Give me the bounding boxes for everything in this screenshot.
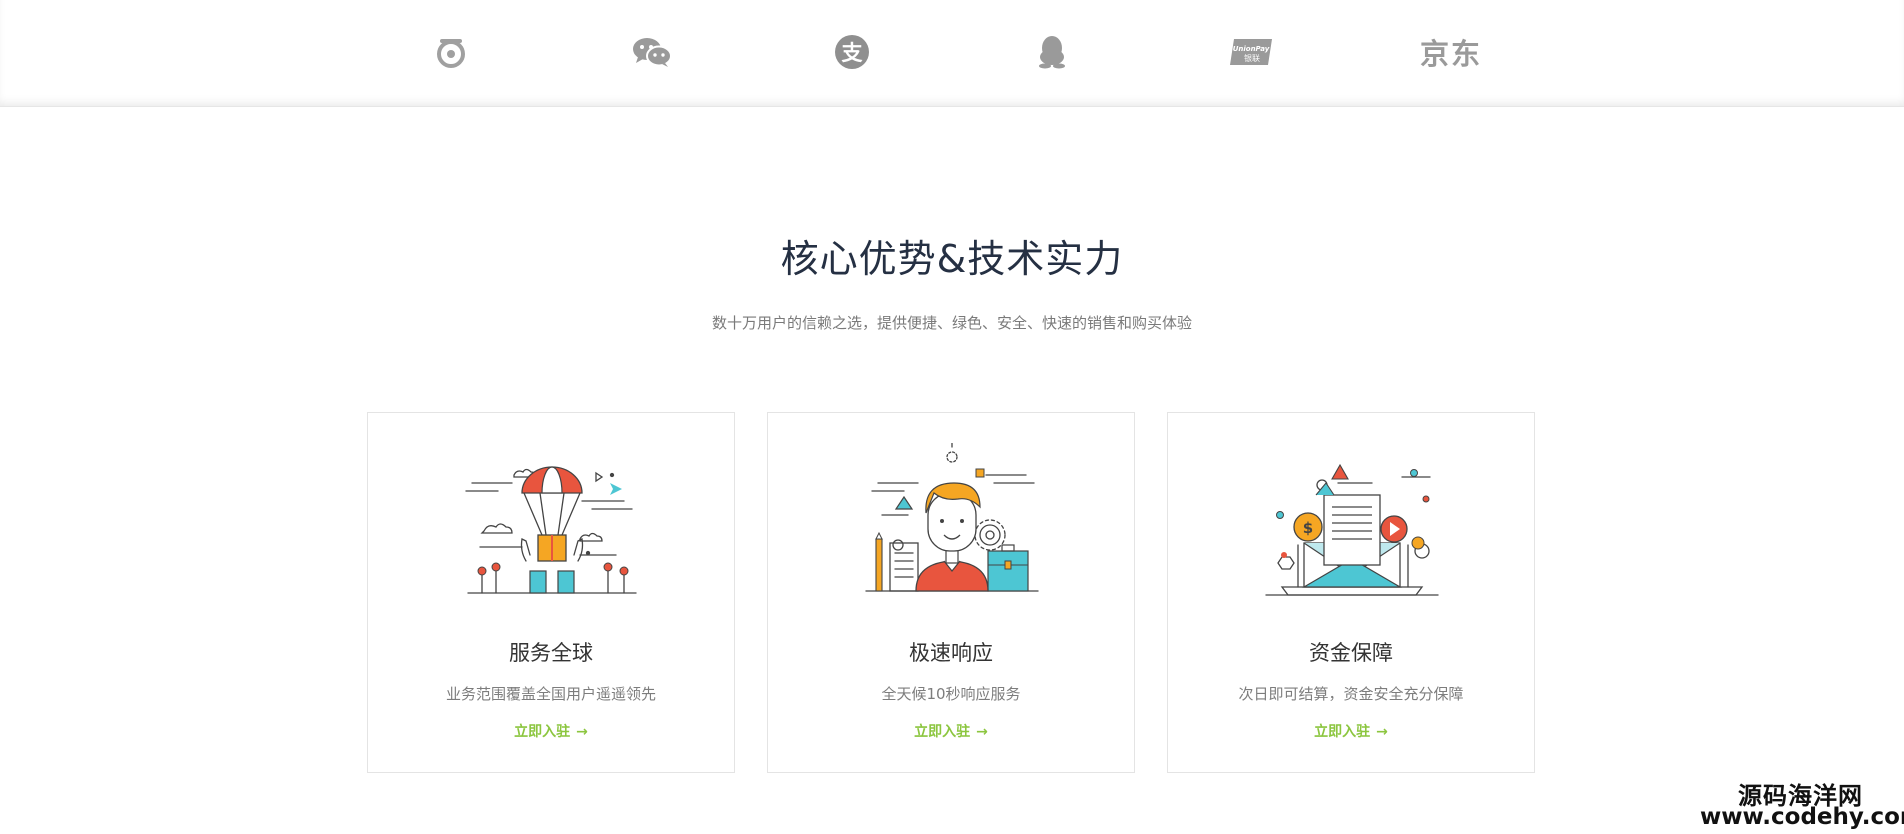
card-title: 资金保障 <box>1309 641 1393 665</box>
arrow-right-icon: → <box>576 724 588 740</box>
payment-logo-bar: 支 UnionPay 银联 京东 <box>0 0 1904 107</box>
jd-logo-text: 京东 <box>1419 37 1482 71</box>
section-title: 核心优势&技术实力 <box>780 237 1124 281</box>
join-now-link[interactable]: 立即入驻 → <box>768 721 1134 741</box>
unionpay-subtext: 银联 <box>1244 53 1260 63</box>
join-now-label: 立即入驻 <box>1314 724 1371 740</box>
card-description: 全天候10秒响应服务 <box>881 685 1021 703</box>
join-now-label: 立即入驻 <box>914 724 971 740</box>
watermark-url: www.codehy.com <box>1700 804 1904 830</box>
join-now-link[interactable]: 立即入驻 → <box>368 721 734 741</box>
card-description: 业务范围覆盖全国用户遥遥领先 <box>445 685 656 703</box>
tenpay-icon[interactable] <box>411 30 491 74</box>
unionpay-text: UnionPay <box>1233 45 1270 53</box>
jd-logo[interactable]: 京东 <box>1411 30 1491 74</box>
feature-card-response: 极速响应 全天候10秒响应服务 立即入驻 → <box>767 412 1135 773</box>
alipay-icon[interactable]: 支 <box>812 30 892 74</box>
parachute-illustration <box>465 466 637 594</box>
funds-illustration: $ <box>1265 463 1439 596</box>
feature-card-funds: $ 资金保障 次日即可结算，资金安全充分保障 立即入驻 → <box>1167 412 1535 773</box>
arrow-right-icon: → <box>976 724 988 740</box>
support-person-illustration <box>865 443 1039 592</box>
dollar-icon: $ <box>1303 519 1313 537</box>
qq-icon[interactable] <box>1012 30 1092 74</box>
card-title: 服务全球 <box>509 641 593 665</box>
card-description: 次日即可结算，资金安全充分保障 <box>1238 685 1464 703</box>
card-title: 极速响应 <box>909 641 993 665</box>
section-subtitle: 数十万用户的信赖之选，提供便捷、绿色、安全、快速的销售和购买体验 <box>711 314 1192 332</box>
alipay-glyph: 支 <box>842 41 864 65</box>
join-now-label: 立即入驻 <box>514 724 571 740</box>
join-now-link[interactable]: 立即入驻 → <box>1168 721 1534 741</box>
feature-card-global: 服务全球 业务范围覆盖全国用户遥遥领先 立即入驻 → <box>367 412 735 773</box>
unionpay-icon[interactable]: UnionPay 银联 <box>1211 30 1291 74</box>
arrow-right-icon: → <box>1376 724 1388 740</box>
wechat-icon[interactable] <box>612 30 692 74</box>
